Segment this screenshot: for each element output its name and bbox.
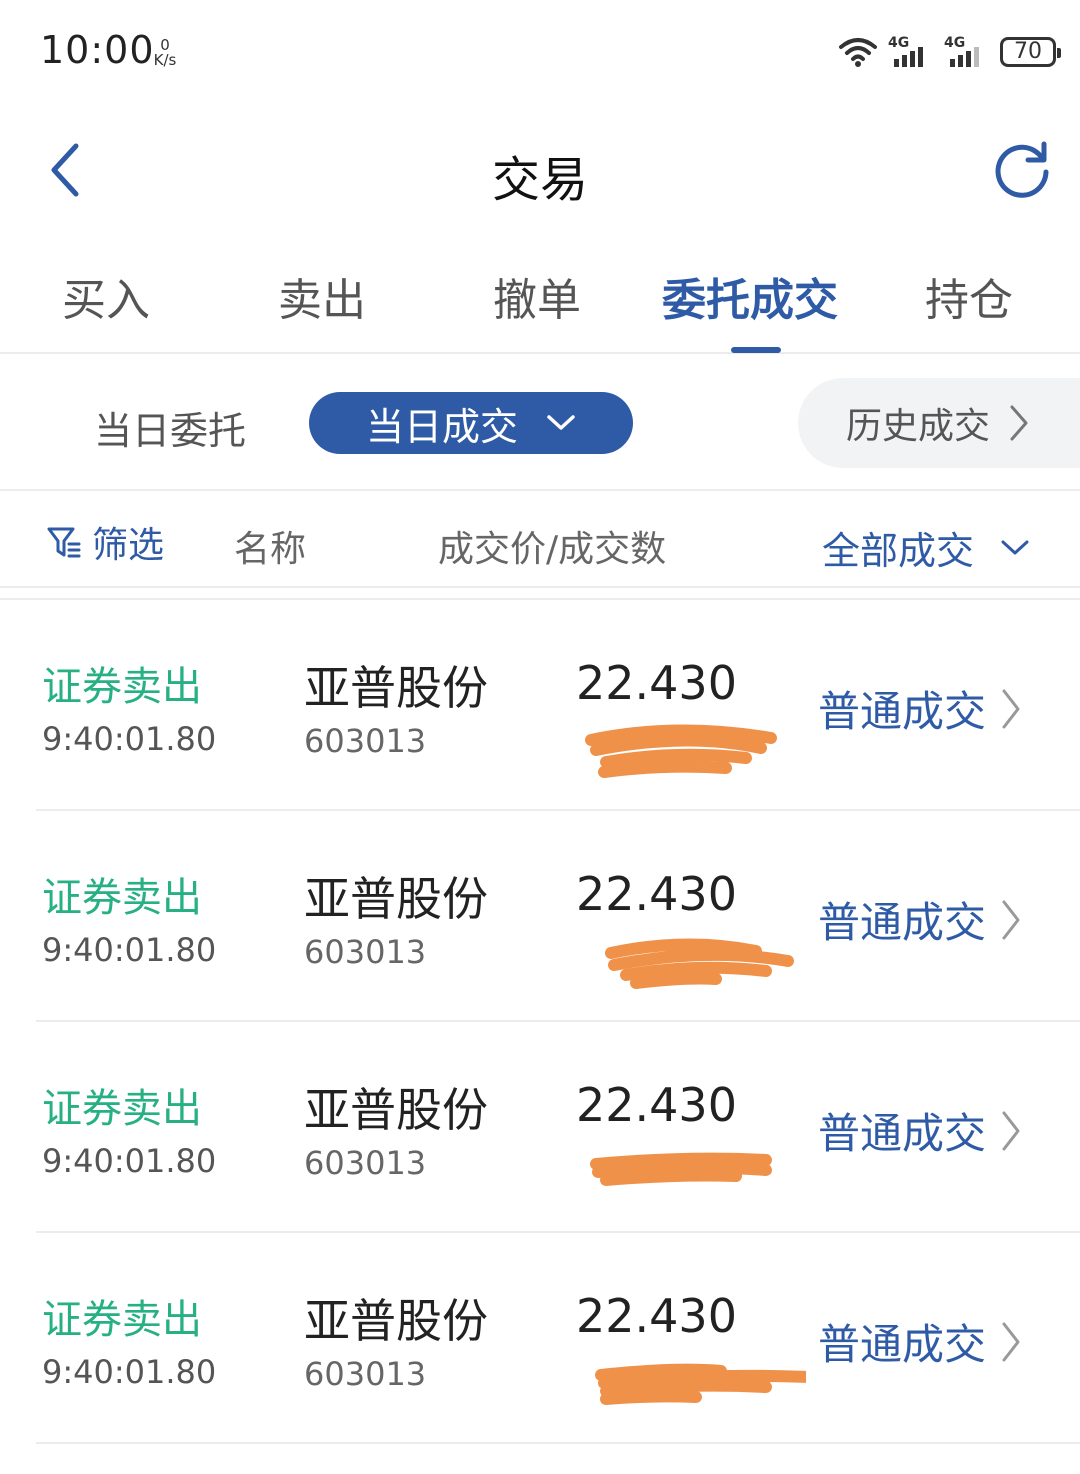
trade-price: 22.430 bbox=[576, 1289, 737, 1343]
trade-list: 证券卖出 9:40:01.80 亚普股份 603013 22.430 普通成交 … bbox=[0, 598, 1080, 1444]
stock-code: 603013 bbox=[304, 722, 427, 760]
today-trades-label: 当日成交 bbox=[365, 404, 518, 449]
tab-orders-trades[interactable]: 委托成交 bbox=[662, 264, 838, 328]
column-price-qty: 成交价/成交数 bbox=[438, 529, 667, 570]
stock-code: 603013 bbox=[304, 1144, 427, 1182]
chevron-right-icon bbox=[1002, 900, 1020, 939]
trade-price: 22.430 bbox=[576, 656, 737, 710]
sub-filter-row: 当日委托 当日成交 历史成交 bbox=[0, 356, 1080, 491]
page-title: 交易 bbox=[491, 152, 588, 208]
trade-time: 9:40:01.80 bbox=[42, 1142, 217, 1180]
trade-kind: 普通成交 bbox=[818, 1100, 1022, 1161]
trade-type: 证券卖出 bbox=[42, 1297, 202, 1343]
tab-cancel-order[interactable]: 撤单 bbox=[493, 264, 581, 328]
table-row[interactable]: 证券卖出 9:40:01.80 亚普股份 603013 22.430 普通成交 bbox=[36, 1022, 1080, 1233]
app-header: 交易 bbox=[0, 110, 1080, 230]
chevron-right-icon bbox=[1002, 689, 1020, 728]
wifi-icon bbox=[839, 38, 877, 67]
status-bar: 10:00 0 K/s 4G 4G 70 bbox=[0, 0, 1080, 100]
signal-icon: 4G bbox=[944, 35, 990, 69]
chevron-down-icon bbox=[1001, 540, 1029, 554]
tab-buy[interactable]: 买入 bbox=[62, 264, 150, 328]
stock-name: 亚普股份 bbox=[304, 872, 488, 926]
trade-kind-label: 普通成交 bbox=[818, 687, 987, 736]
stock-code: 603013 bbox=[304, 933, 427, 971]
redaction-scribble bbox=[595, 1363, 806, 1405]
filter-label: 筛选 bbox=[92, 525, 165, 566]
chevron-right-icon bbox=[1002, 1322, 1020, 1361]
stock-name: 亚普股份 bbox=[304, 661, 488, 715]
today-trades-button[interactable]: 当日成交 bbox=[309, 392, 633, 454]
today-orders-button[interactable]: 当日委托 bbox=[94, 400, 246, 455]
table-row[interactable]: 证券卖出 9:40:01.80 亚普股份 603013 22.430 普通成交 bbox=[36, 1233, 1080, 1444]
tab-sell[interactable]: 卖出 bbox=[278, 264, 366, 328]
trade-kind: 普通成交 bbox=[818, 889, 1022, 950]
battery-icon: 70 bbox=[1000, 37, 1061, 67]
trade-time: 9:40:01.80 bbox=[42, 1353, 217, 1391]
chevron-down-icon bbox=[547, 415, 575, 430]
all-trades-label: 全部成交 bbox=[822, 529, 975, 573]
tab-positions[interactable]: 持仓 bbox=[925, 264, 1013, 328]
redaction-scribble bbox=[585, 724, 777, 778]
stock-name: 亚普股份 bbox=[304, 1083, 488, 1137]
trade-tabs: 买入 卖出 撤单 委托成交 持仓 bbox=[0, 236, 1080, 354]
all-trades-dropdown[interactable]: 全部成交 bbox=[822, 520, 1030, 575]
trade-time: 9:40:01.80 bbox=[42, 931, 217, 969]
trade-kind-label: 普通成交 bbox=[818, 898, 987, 947]
history-trades-label: 历史成交 bbox=[846, 406, 991, 447]
trade-kind-label: 普通成交 bbox=[818, 1109, 987, 1158]
trade-kind: 普通成交 bbox=[818, 1311, 1022, 1372]
column-name: 名称 bbox=[234, 529, 307, 570]
network-speed-unit: K/s bbox=[153, 51, 177, 69]
network-speed: 0 K/s bbox=[148, 38, 182, 68]
table-row[interactable]: 证券卖出 9:40:01.80 亚普股份 603013 22.430 普通成交 bbox=[36, 600, 1080, 811]
chevron-right-icon bbox=[1010, 405, 1028, 441]
trade-kind-label: 普通成交 bbox=[818, 1320, 987, 1369]
trade-price: 22.430 bbox=[576, 1078, 737, 1132]
trade-price: 22.430 bbox=[576, 867, 737, 921]
status-icons: 4G 4G 70 bbox=[838, 32, 1061, 72]
table-row[interactable]: 证券卖出 9:40:01.80 亚普股份 603013 22.430 普通成交 bbox=[36, 811, 1080, 1022]
active-tab-indicator bbox=[731, 347, 781, 353]
refresh-icon[interactable] bbox=[990, 136, 1054, 200]
trade-time: 9:40:01.80 bbox=[42, 720, 217, 758]
signal-icon: 4G bbox=[888, 35, 934, 69]
filter-icon bbox=[47, 527, 81, 558]
filter-button[interactable]: 筛选 bbox=[46, 516, 164, 568]
stock-name: 亚普股份 bbox=[304, 1294, 488, 1348]
trade-kind: 普通成交 bbox=[818, 678, 1022, 739]
trade-type: 证券卖出 bbox=[42, 875, 202, 921]
status-time: 10:00 bbox=[40, 28, 155, 72]
chevron-right-icon bbox=[1002, 1111, 1020, 1150]
history-trades-button[interactable]: 历史成交 bbox=[798, 378, 1080, 468]
redaction-scribble bbox=[590, 1152, 772, 1186]
trade-type: 证券卖出 bbox=[42, 664, 202, 710]
stock-code: 603013 bbox=[304, 1355, 427, 1393]
trade-type: 证券卖出 bbox=[42, 1086, 202, 1132]
redaction-scribble bbox=[605, 938, 794, 989]
column-header: 筛选 名称 成交价/成交数 全部成交 bbox=[0, 492, 1080, 588]
